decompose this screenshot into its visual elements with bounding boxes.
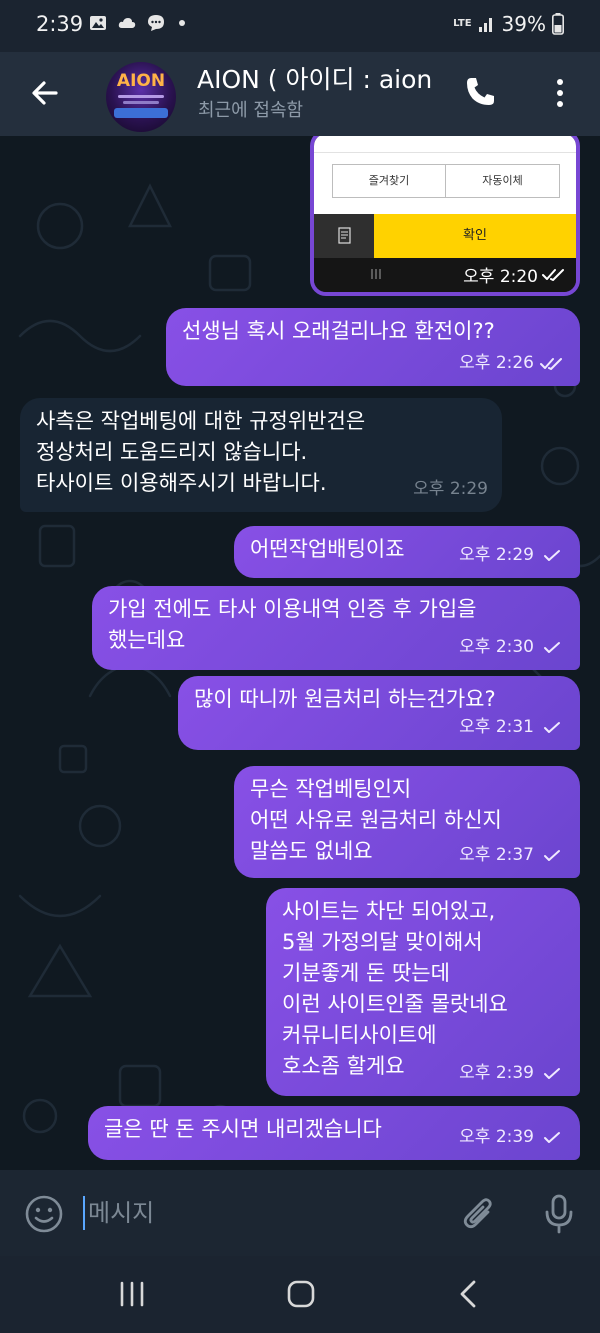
message-time: 오후 2:29 (413, 479, 488, 499)
message-meta: 오후 2:29 (413, 474, 488, 505)
message-time: 오후 2:20 (463, 267, 538, 287)
paperclip-icon[interactable] (460, 1194, 498, 1236)
image-message-meta: 오후 2:20 (463, 262, 568, 287)
phone-icon[interactable] (462, 74, 498, 110)
message-input[interactable] (88, 1194, 388, 1232)
message-time: 오후 2:39 (459, 1127, 534, 1147)
message-meta: 오후 2:31 (459, 712, 566, 743)
outgoing-message[interactable]: 가입 전에도 타사 이용내역 인증 후 가입을 했는데요 오후 2:30 (92, 586, 580, 670)
single-check-icon (544, 549, 560, 561)
more-notifications-icon (179, 20, 185, 26)
signal-icon (478, 18, 492, 32)
gallery-icon (90, 16, 106, 30)
outgoing-message[interactable]: 무슨 작업베팅인지 어떤 사유로 원금처리 하신지 말씀도 없네요 오후 2:3… (234, 766, 580, 878)
message-time: 오후 2:29 (459, 545, 534, 565)
back-icon[interactable] (455, 1278, 481, 1310)
receipt-icon (338, 227, 351, 244)
screenshot-receipt-area (314, 214, 374, 258)
microphone-icon[interactable] (540, 1192, 578, 1236)
incoming-message[interactable]: 사측은 작업베팅에 대한 규정위반건은 정상처리 도움드리지 않습니다. 타사이… (20, 398, 502, 512)
avatar-stripe (118, 95, 164, 98)
notification-icons (88, 13, 185, 33)
last-seen-status: 최근에 접속함 (198, 100, 304, 121)
single-check-icon (544, 721, 560, 733)
message-composer (0, 1170, 600, 1256)
system-nav-bar (0, 1256, 600, 1333)
more-vertical-icon[interactable] (548, 76, 572, 110)
avatar-logo: AION (116, 71, 166, 91)
screenshot-confirm-button: 확인 (374, 214, 576, 258)
screenshot-panel: 즐겨찾기 자동이체 (314, 136, 576, 214)
avatar[interactable]: AION (106, 62, 176, 132)
message-time: 오후 2:37 (459, 845, 534, 865)
status-bar: 2:39 LTE 39% (0, 0, 600, 52)
outgoing-message[interactable]: 선생님 혹시 오래걸리나요 환전이?? 오후 2:26 (166, 308, 580, 386)
back-arrow-icon[interactable] (26, 74, 64, 112)
double-check-icon (542, 268, 564, 281)
chat-title[interactable]: AION ( 아이디 : aion (197, 60, 445, 96)
message-text: 사이트는 차단 되어있고, 5월 가정의달 맞이해서 기분좋게 돈 땃는데 이런… (282, 899, 508, 1078)
outgoing-message[interactable]: 어떤작업배팅이죠 오후 2:29 (234, 526, 580, 578)
single-check-icon (544, 1131, 560, 1143)
status-right: LTE 39% (453, 12, 564, 36)
avatar-badge (114, 108, 168, 118)
battery-icon (552, 13, 564, 35)
single-check-icon (544, 1067, 560, 1079)
message-meta: 오후 2:39 (459, 1058, 566, 1089)
chat-notification-icon (148, 15, 164, 31)
message-meta: 오후 2:26 (459, 348, 566, 379)
message-time: 오후 2:26 (459, 353, 534, 373)
recent-apps-icon (371, 269, 381, 279)
single-check-icon (544, 641, 560, 653)
status-time: 2:39 (36, 12, 84, 36)
message-time: 오후 2:39 (459, 1063, 534, 1083)
message-meta: 오후 2:37 (459, 840, 566, 871)
single-check-icon (544, 849, 560, 861)
message-text: 선생님 혹시 오래걸리나요 환전이?? (182, 319, 495, 343)
message-time: 오후 2:30 (459, 637, 534, 657)
screenshot-favorites-button: 즐겨찾기 (332, 164, 446, 198)
outgoing-message[interactable]: 사이트는 차단 되어있고, 5월 가정의달 맞이해서 기분좋게 돈 땃는데 이런… (266, 888, 580, 1096)
message-list[interactable]: 즐겨찾기 자동이체 확인 오후 2:20 선생님 혹시 오래걸리나요 환전이??… (0, 136, 600, 1170)
recent-apps-icon[interactable] (117, 1280, 147, 1308)
image-message[interactable]: 즐겨찾기 자동이체 확인 오후 2:20 (310, 136, 580, 296)
message-time: 오후 2:31 (459, 717, 534, 737)
screenshot-autotransfer-button: 자동이체 (446, 164, 560, 198)
battery-percent: 39% (501, 12, 546, 36)
outgoing-message[interactable]: 글은 딴 돈 주시면 내리겠습니다 오후 2:39 (88, 1106, 580, 1160)
home-icon[interactable] (285, 1278, 317, 1310)
network-type: LTE (453, 18, 472, 29)
message-meta: 오후 2:39 (459, 1122, 566, 1153)
message-text: 많이 따니까 원금처리 하는건가요? (194, 687, 496, 711)
outgoing-message[interactable]: 많이 따니까 원금처리 하는건가요? 오후 2:31 (178, 676, 580, 750)
message-meta: 오후 2:29 (459, 540, 566, 571)
chat-header: AION AION ( 아이디 : aion 최근에 접속함 (0, 52, 600, 136)
divider (314, 152, 576, 153)
cloud-icon (118, 18, 136, 28)
message-meta: 오후 2:30 (459, 632, 566, 663)
text-cursor (83, 1196, 85, 1230)
avatar-stripe (123, 101, 159, 104)
double-check-icon (540, 357, 562, 370)
smile-icon[interactable] (24, 1194, 64, 1234)
